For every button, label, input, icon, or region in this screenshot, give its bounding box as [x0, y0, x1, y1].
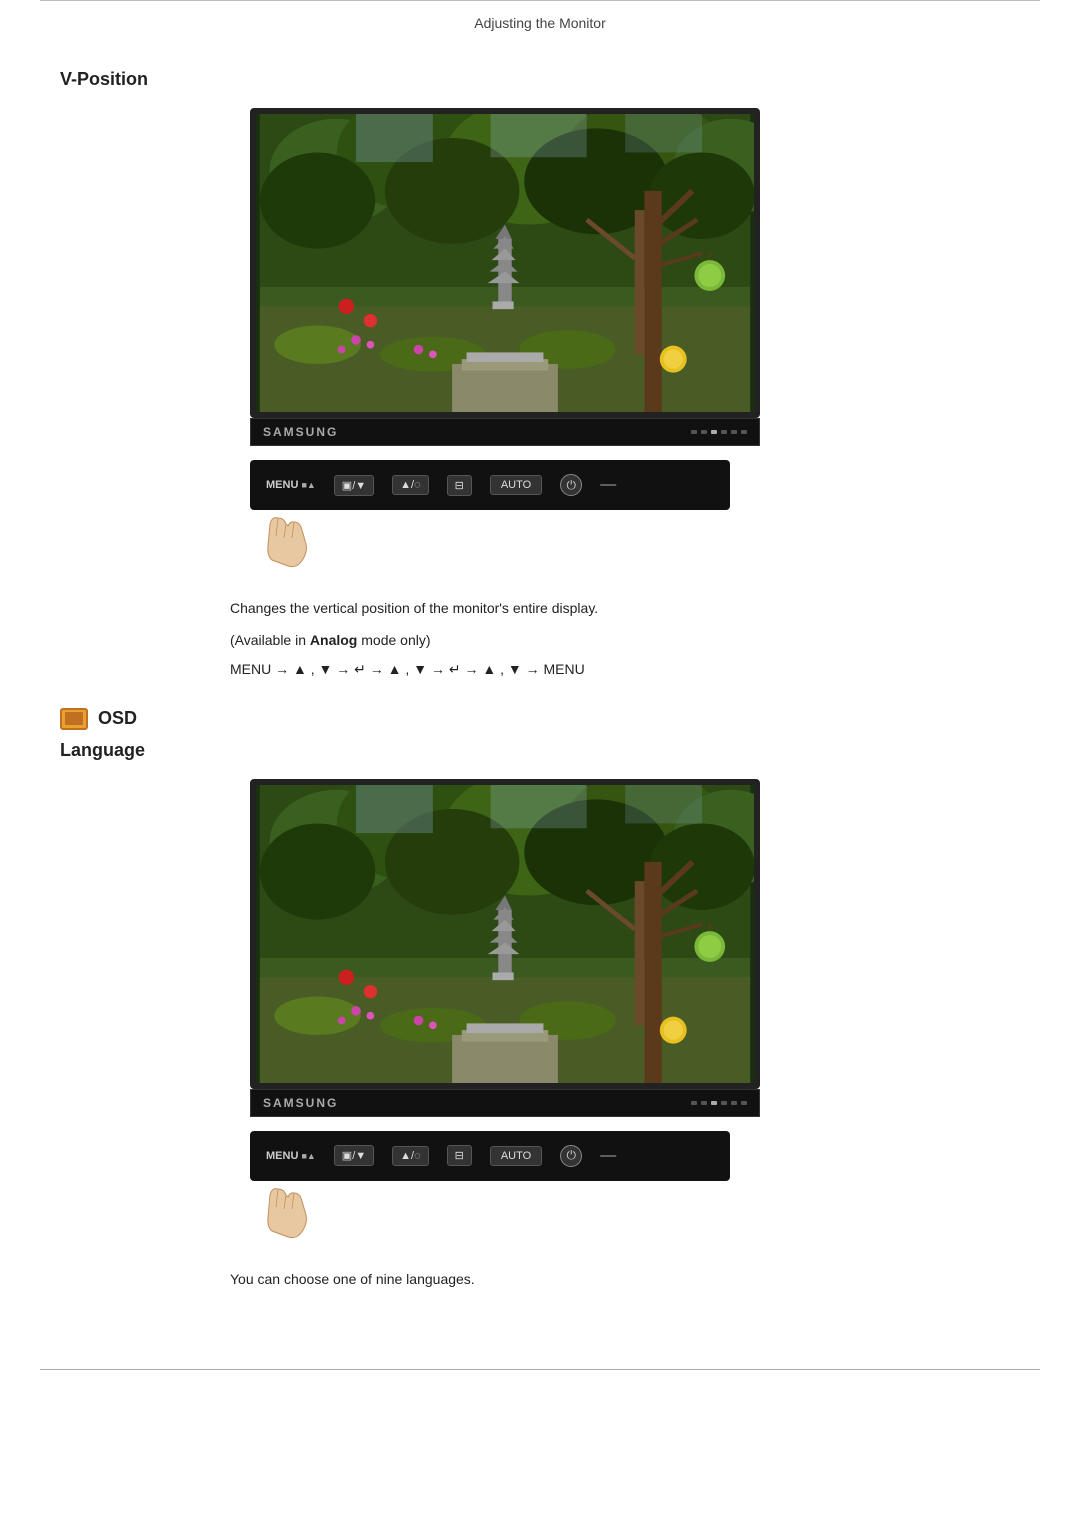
finger-cursor-language — [250, 1179, 760, 1248]
language-monitor-image: SAMSUNG — [250, 779, 760, 1117]
osd-btn2[interactable]: ▲/◌ — [392, 475, 428, 495]
monitor-screen — [250, 108, 760, 418]
language-samsung-brand-text: SAMSUNG — [263, 1096, 338, 1110]
osd-dash: — — [600, 476, 616, 494]
language-osd-btn4-auto[interactable]: AUTO — [490, 1146, 542, 1166]
osd-btn4-auto[interactable]: AUTO — [490, 475, 542, 495]
vposition-title: V-Position — [60, 69, 1020, 90]
dot1 — [691, 1101, 697, 1105]
language-description: You can choose one of nine languages. — [230, 1268, 1020, 1292]
language-monitor-screen — [250, 779, 760, 1089]
monitor-brand-bar: SAMSUNG — [250, 418, 760, 446]
monitor-dots — [691, 430, 747, 434]
finger-cursor-vposition — [250, 508, 760, 577]
language-osd-btn1[interactable]: ▣/▼ — [334, 1145, 374, 1166]
vposition-description: Changes the vertical position of the mon… — [230, 597, 1020, 621]
language-monitor-brand-bar: SAMSUNG — [250, 1089, 760, 1117]
dot2 — [701, 430, 707, 434]
dot4 — [721, 430, 727, 434]
dot2 — [701, 1101, 707, 1105]
language-osd-btn3[interactable]: ⊟ — [447, 1145, 472, 1166]
osd-power-btn[interactable]: ⏻ — [560, 474, 582, 496]
language-title: Language — [60, 740, 1020, 761]
osd-btn1[interactable]: ▣/▼ — [334, 475, 374, 496]
vposition-note: (Available in Analog mode only) — [230, 629, 1020, 653]
language-osd-control-bar-wrap: MENU ■▲ ▣/▼ ▲/◌ ⊟ AUTO ⏻ — — [250, 1131, 760, 1248]
osd-icon-inner — [65, 712, 83, 725]
osd-menu-label: MENU ■▲ — [266, 479, 316, 491]
page-title: Adjusting the Monitor — [474, 15, 606, 31]
language-osd-dash: — — [600, 1147, 616, 1165]
bottom-rule — [40, 1369, 1040, 1370]
dot6 — [741, 430, 747, 434]
language-osd-control-bar: MENU ■▲ ▣/▼ ▲/◌ ⊟ AUTO ⏻ — — [250, 1131, 730, 1181]
garden-scene-svg — [256, 114, 754, 412]
samsung-brand-text: SAMSUNG — [263, 425, 338, 439]
dot3 — [711, 1101, 717, 1105]
language-osd-btn2[interactable]: ▲/◌ — [392, 1146, 428, 1166]
vposition-menu-nav: MENU → ▲ , ▼ → ↵ → ▲ , ▼ → ↵ → ▲ , ▼ → M… — [230, 661, 1020, 678]
osd-label-row: OSD — [60, 708, 1020, 730]
language-monitor-dots — [691, 1101, 747, 1105]
osd-section-title: OSD — [98, 708, 137, 729]
language-osd-menu-label: MENU ■▲ — [266, 1150, 316, 1162]
osd-icon — [60, 708, 88, 730]
dot6 — [741, 1101, 747, 1105]
page-header: Adjusting the Monitor — [40, 0, 1040, 41]
vposition-monitor-image: SAMSUNG — [250, 108, 760, 446]
dot3 — [711, 430, 717, 434]
dot5 — [731, 1101, 737, 1105]
osd-btn3[interactable]: ⊟ — [447, 475, 472, 496]
dot5 — [731, 430, 737, 434]
vposition-osd-control-bar: MENU ■▲ ▣/▼ ▲/◌ ⊟ AUTO ⏻ — — [250, 460, 730, 510]
dot4 — [721, 1101, 727, 1105]
garden-scene-svg-2 — [256, 785, 754, 1083]
dot1 — [691, 430, 697, 434]
language-osd-power-btn[interactable]: ⏻ — [560, 1145, 582, 1167]
vposition-osd-control-bar-wrap: MENU ■▲ ▣/▼ ▲/◌ ⊟ AUTO ⏻ — — [250, 460, 760, 577]
